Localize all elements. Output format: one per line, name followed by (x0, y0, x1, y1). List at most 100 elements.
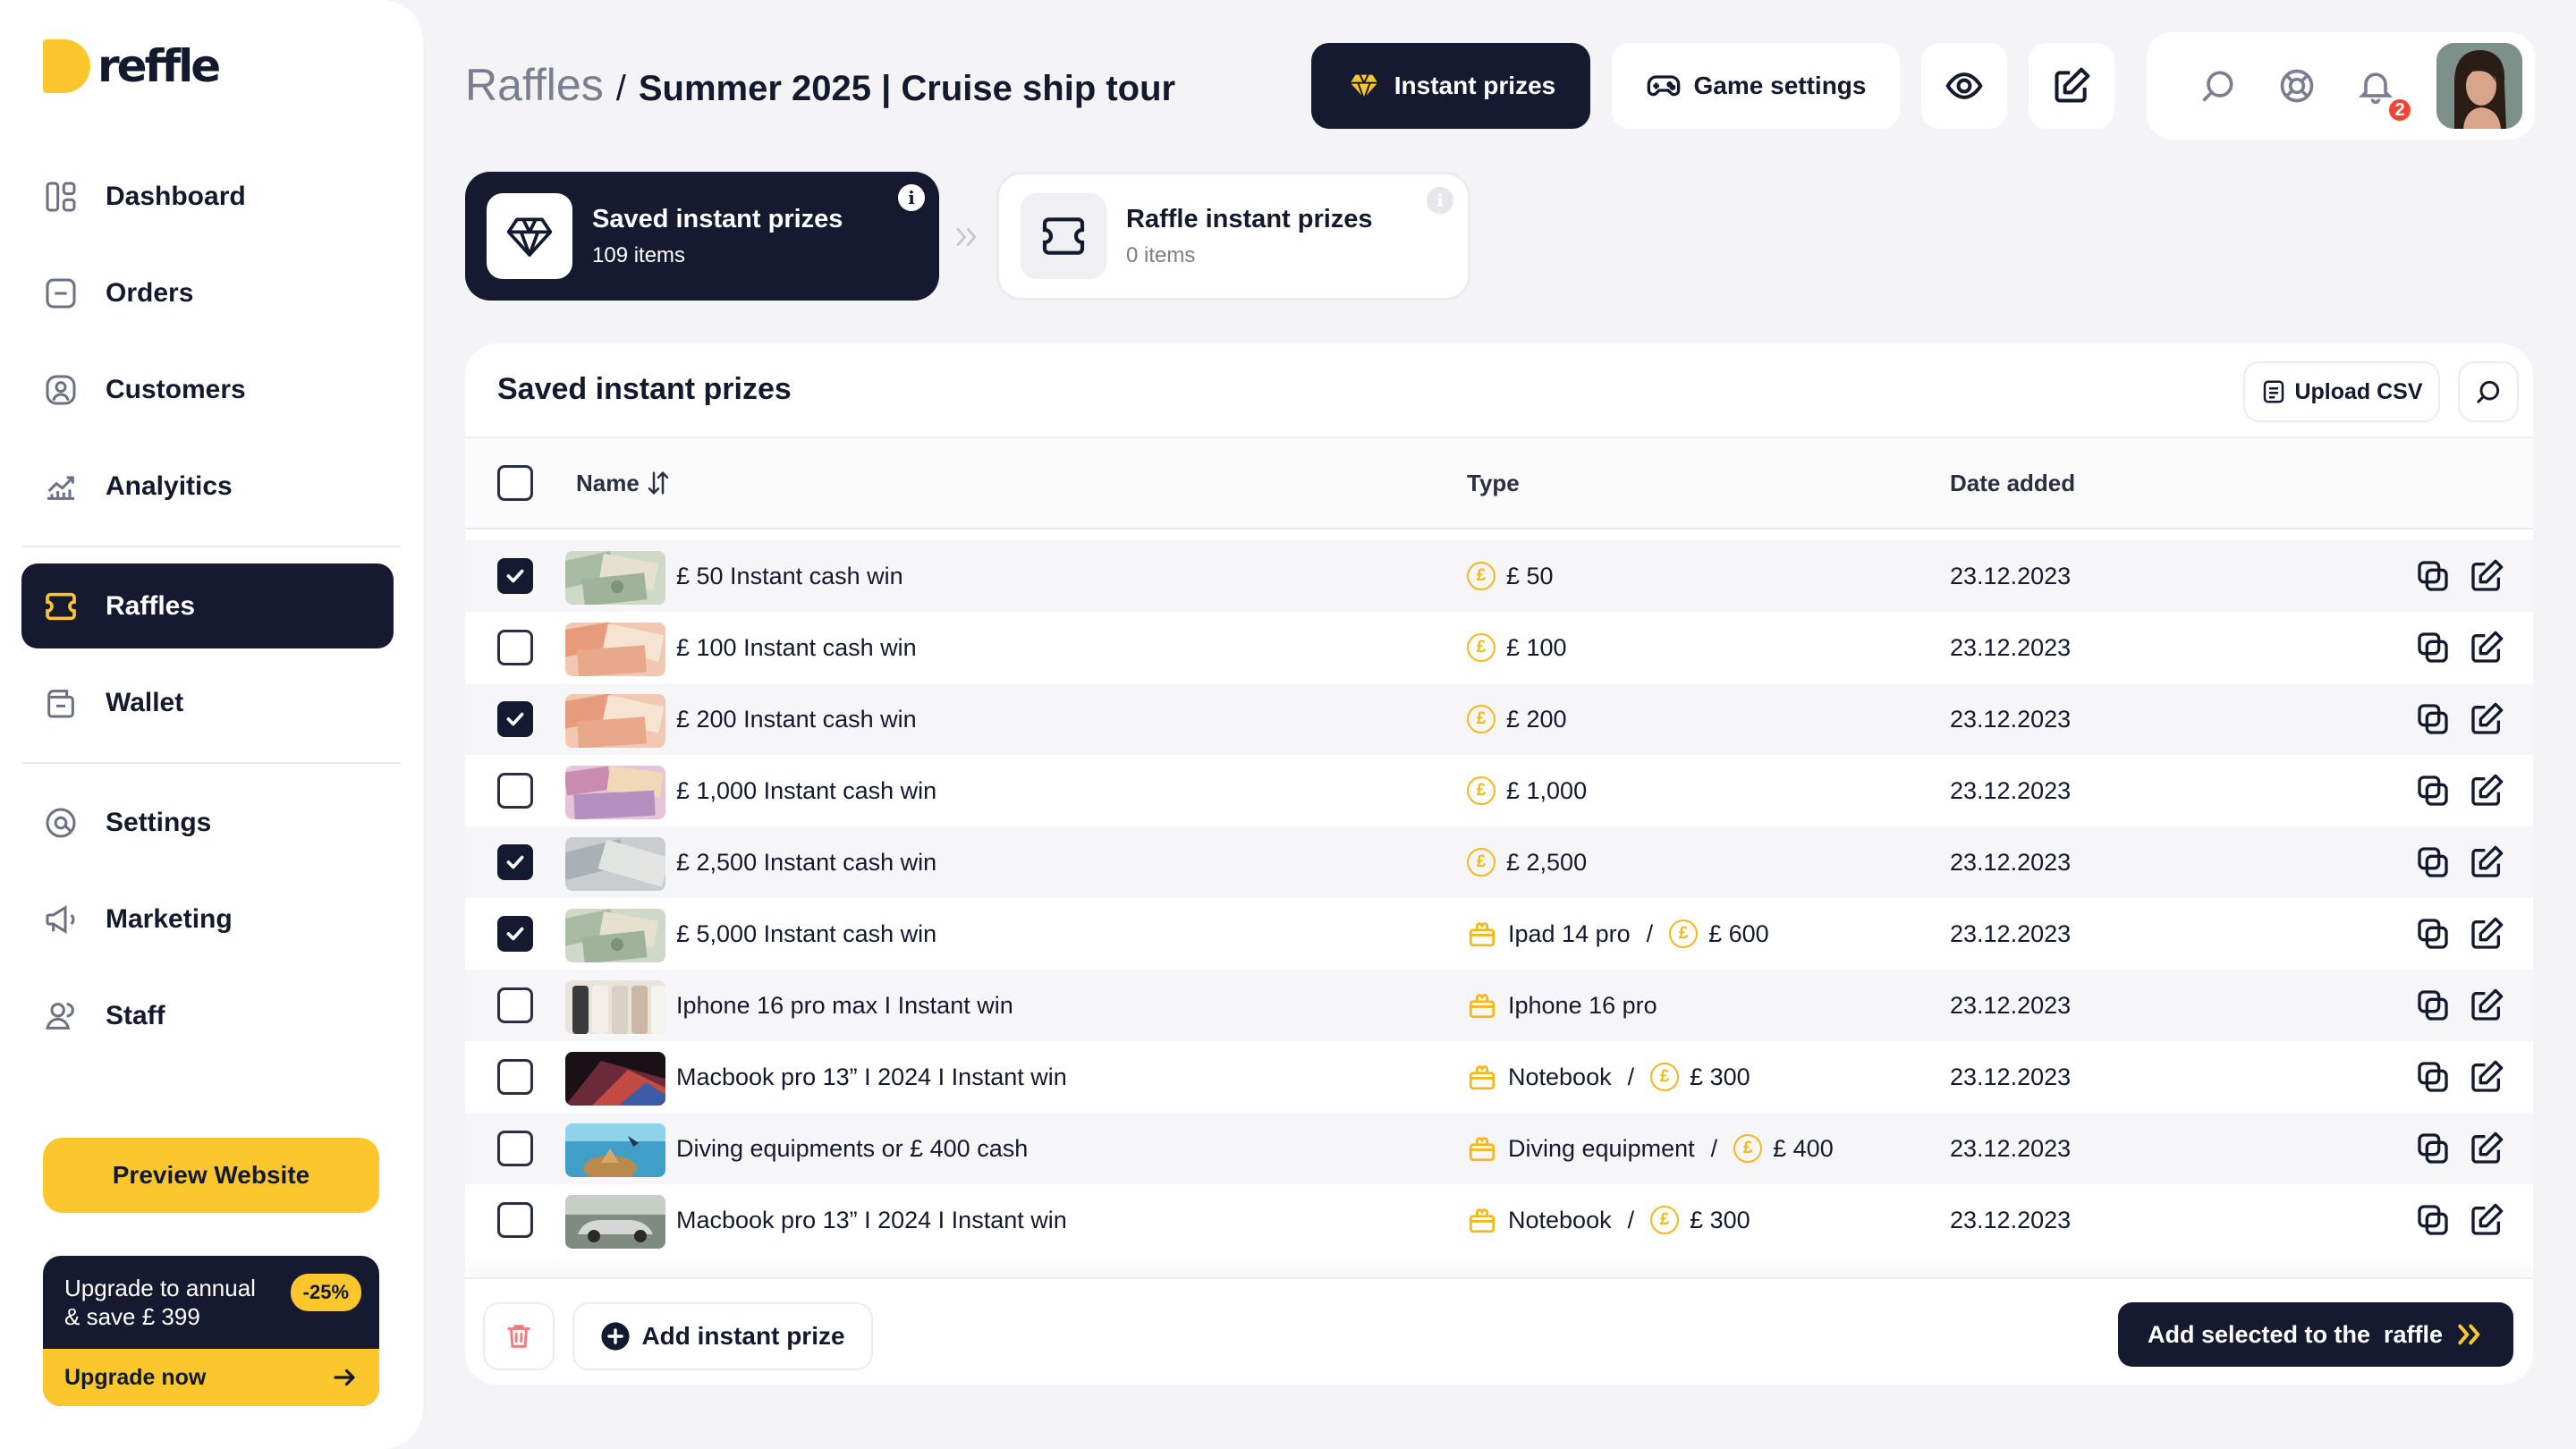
prize-name: £ 100 Instant cash win (676, 633, 917, 661)
add-selected-to-raffle-button[interactable]: Add selected to the raffle (2118, 1302, 2513, 1367)
game-settings-button[interactable]: Game settings (1612, 43, 1900, 129)
instant-prizes-button[interactable]: Instant prizes (1311, 43, 1590, 129)
row-checkbox[interactable] (497, 1131, 533, 1166)
game-settings-label: Game settings (1693, 72, 1867, 99)
edit-icon[interactable] (2469, 916, 2504, 952)
diamond-outline-icon (506, 217, 553, 257)
delete-button[interactable] (483, 1302, 555, 1370)
duplicate-icon[interactable] (2415, 773, 2451, 809)
table-row[interactable]: Diving equipments or £ 400 cash Diving eq… (465, 1113, 2533, 1184)
duplicate-icon[interactable] (2415, 844, 2451, 880)
table-row[interactable]: £ 5,000 Instant cash win Ipad 14 pro / £ £ 6… (465, 898, 2533, 970)
tab-raffle-instant-prizes[interactable]: Raffle instant prizes 0 items i (996, 172, 1470, 301)
column-header-name[interactable]: Name (576, 438, 672, 528)
edit-icon[interactable] (2469, 1202, 2504, 1238)
table-row[interactable]: Macbook pro 13” I 2024 I Instant win Note… (465, 1184, 2533, 1256)
preview-website-button[interactable]: Preview Website (43, 1138, 379, 1213)
sidebar-item-dashboard[interactable]: Dashboard (21, 154, 394, 239)
diamond-icon (1348, 72, 1380, 100)
sidebar-item-orders[interactable]: Orders (21, 250, 394, 335)
info-icon[interactable]: i (1427, 187, 1453, 214)
type-label: £ 300 (1690, 1206, 1750, 1233)
prize-type: £ £ 1,000 (1467, 755, 1587, 826)
info-icon[interactable]: i (898, 184, 925, 211)
row-checkbox[interactable] (497, 1059, 533, 1095)
coin-icon: £ (1467, 776, 1496, 805)
duplicate-icon[interactable] (2415, 558, 2451, 594)
edit-icon[interactable] (2469, 987, 2504, 1023)
help-lifebuoy-icon[interactable] (2277, 66, 2317, 106)
duplicate-icon[interactable] (2415, 701, 2451, 737)
edit-icon[interactable] (2469, 1059, 2504, 1095)
table-search-button[interactable] (2458, 361, 2519, 422)
prize-name: £ 50 Instant cash win (676, 562, 903, 589)
upgrade-card[interactable]: Upgrade to annual & save £ 399 -25% Upgr… (43, 1256, 379, 1406)
table-row[interactable]: £ 50 Instant cash win £ £ 50 23.12.2023 (465, 540, 2533, 612)
edit-raffle-button[interactable] (2029, 43, 2114, 129)
csv-file-icon (2264, 380, 2284, 403)
prize-thumbnail (565, 551, 665, 605)
duplicate-icon[interactable] (2415, 1131, 2451, 1166)
tab-count: 109 items (592, 242, 686, 267)
reffle-logo[interactable]: reffle (43, 39, 221, 93)
row-checkbox[interactable] (497, 701, 533, 737)
tab-saved-instant-prizes[interactable]: Saved instant prizes 109 items i (465, 172, 939, 301)
row-checkbox[interactable] (497, 558, 533, 594)
sort-icon[interactable] (645, 470, 672, 496)
plus-circle-icon (601, 1322, 631, 1351)
row-checkbox[interactable] (497, 844, 533, 880)
type-separator: / (1627, 1206, 1635, 1233)
table-row[interactable]: £ 200 Instant cash win £ £ 200 23.12.2023 (465, 683, 2533, 755)
edit-icon[interactable] (2469, 844, 2504, 880)
edit-icon[interactable] (2469, 630, 2504, 665)
edit-icon[interactable] (2469, 773, 2504, 809)
sidebar-item-staff[interactable]: Staff (21, 973, 394, 1058)
prize-thumbnail (565, 694, 665, 748)
table-row[interactable]: Iphone 16 pro max I Instant win Iphone 16… (465, 970, 2533, 1041)
table-row[interactable]: £ 1,000 Instant cash win £ £ 1,000 23.12.20… (465, 755, 2533, 826)
sidebar-item-settings[interactable]: Settings (21, 780, 394, 865)
add-instant-prize-button[interactable]: Add instant prize (572, 1302, 873, 1370)
table-row[interactable]: Macbook pro 13” I 2024 I Instant win Note… (465, 1041, 2533, 1113)
breadcrumb-raffles[interactable]: Raffles (465, 59, 604, 111)
row-checkbox[interactable] (497, 773, 533, 809)
type-label: £ 200 (1506, 705, 1567, 733)
edit-icon[interactable] (2469, 701, 2504, 737)
item-type: Notebook (1467, 1062, 1612, 1092)
bell-icon[interactable] (2356, 66, 2395, 106)
search-icon[interactable] (2199, 66, 2238, 106)
upgrade-text: Upgrade to annual & save £ 399 (64, 1274, 256, 1331)
duplicate-icon[interactable] (2415, 987, 2451, 1023)
sidebar-item-raffles[interactable]: Raffles (21, 564, 394, 648)
sidebar-item-customers[interactable]: Customers (21, 347, 394, 432)
edit-icon[interactable] (2469, 558, 2504, 594)
date-added: 23.12.2023 (1950, 776, 2072, 804)
upgrade-now-label: Upgrade now (64, 1364, 207, 1390)
table-row[interactable]: £ 2,500 Instant cash win £ £ 2,500 23.12.20… (465, 826, 2533, 898)
logo-mark (43, 39, 90, 93)
sidebar-item-analytics[interactable]: Analyitics (21, 444, 394, 529)
table-row[interactable]: £ 100 Instant cash win £ £ 100 23.12.2023 (465, 612, 2533, 683)
duplicate-icon[interactable] (2415, 916, 2451, 952)
prize-thumbnail (565, 766, 665, 819)
row-checkbox[interactable] (497, 1202, 533, 1238)
duplicate-icon[interactable] (2415, 630, 2451, 665)
upgrade-line1: Upgrade to annual (64, 1275, 256, 1301)
upgrade-now-button[interactable]: Upgrade now (43, 1349, 379, 1406)
row-checkbox[interactable] (497, 916, 533, 952)
select-all-checkbox[interactable] (497, 465, 533, 501)
edit-icon (2055, 67, 2090, 103)
edit-icon[interactable] (2469, 1131, 2504, 1166)
upload-csv-button[interactable]: Upload CSV (2243, 361, 2440, 422)
sidebar-item-wallet[interactable]: Wallet (21, 660, 394, 745)
duplicate-icon[interactable] (2415, 1059, 2451, 1095)
row-checkbox[interactable] (497, 630, 533, 665)
settings-icon (46, 808, 76, 837)
instant-prizes-label: Instant prizes (1394, 72, 1556, 99)
row-checkbox[interactable] (497, 987, 533, 1023)
prize-thumbnail (565, 980, 665, 1034)
duplicate-icon[interactable] (2415, 1202, 2451, 1238)
sidebar-item-marketing[interactable]: Marketing (21, 877, 394, 962)
preview-eye-button[interactable] (1921, 43, 2007, 129)
avatar[interactable] (2436, 43, 2522, 129)
